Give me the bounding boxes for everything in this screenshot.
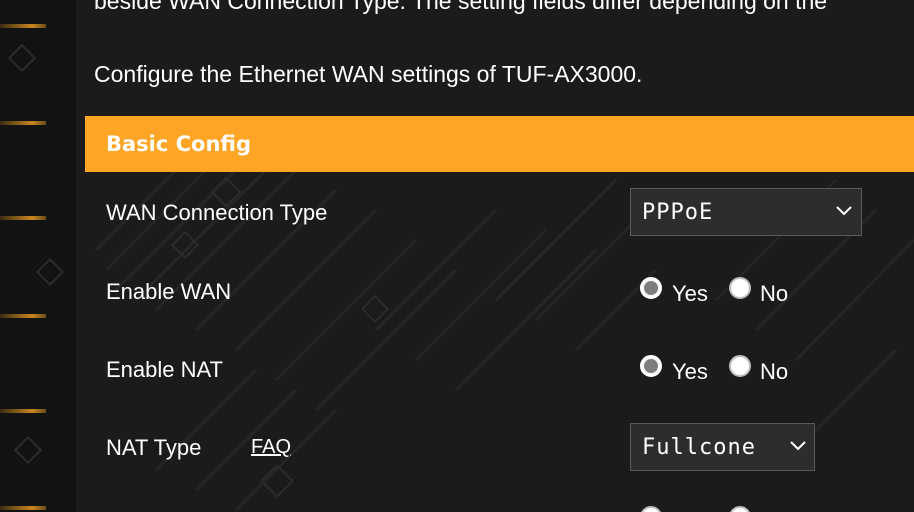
enable-wan-no-radio[interactable] [729, 277, 751, 299]
enable-nat-yes-radio[interactable] [640, 355, 662, 377]
wan-connection-type-value: PPPoE [642, 200, 714, 225]
enable-nat-no-radio[interactable] [729, 355, 751, 377]
decorative-diamond [7, 43, 37, 73]
enable-nat-no-label[interactable]: No [760, 359, 788, 385]
enable-wan-label: Enable WAN [106, 279, 232, 304]
nat-type-value: Fullcone [642, 435, 756, 460]
intro-text: Configure the Ethernet WAN settings of T… [94, 61, 643, 87]
sidebar-notch [0, 314, 46, 318]
sidebar [0, 0, 76, 512]
intro-text: beside WAN Connection Type. The setting … [94, 0, 828, 14]
nat-type-label: NAT Type [106, 435, 202, 460]
chevron-down-icon [836, 206, 852, 216]
wan-connection-type-label: WAN Connection Type [106, 200, 328, 225]
sidebar-notch [0, 121, 46, 125]
enable-wan-yes-radio[interactable] [640, 277, 662, 299]
sidebar-notch [0, 24, 46, 28]
enable-nat-label: Enable NAT [106, 357, 223, 382]
sidebar-notch [0, 409, 46, 413]
nat-type-faq-link[interactable]: FAQ [251, 436, 291, 459]
enable-nat-yes-label[interactable]: Yes [672, 359, 708, 385]
decorative-diamond [13, 435, 43, 465]
chevron-down-icon [790, 441, 806, 451]
sidebar-notch [0, 506, 46, 510]
section-title: Basic Config [106, 132, 252, 156]
sidebar-notch [0, 216, 46, 220]
main-content: beside WAN Connection Type. The setting … [76, 0, 914, 512]
decorative-diamond [35, 257, 65, 287]
section-header: Basic Config [85, 116, 914, 172]
enable-wan-yes-label[interactable]: Yes [672, 281, 708, 307]
enable-wan-no-label[interactable]: No [760, 281, 788, 307]
wan-connection-type-select[interactable]: PPPoE [630, 188, 862, 236]
nat-type-select[interactable]: Fullcone [630, 423, 815, 471]
